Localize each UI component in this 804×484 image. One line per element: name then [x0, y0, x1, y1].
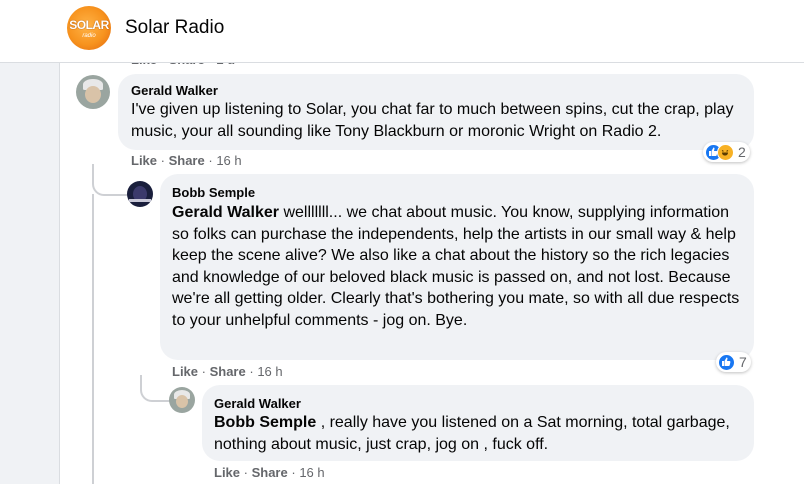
page-title[interactable]: Solar Radio — [125, 17, 224, 39]
avatar[interactable] — [169, 387, 195, 413]
share-link[interactable]: Share — [169, 153, 205, 168]
reaction-count: 7 — [739, 354, 747, 370]
separator: · — [243, 465, 252, 480]
solar-radio-logo[interactable]: SOLAR radio — [67, 6, 111, 50]
like-icon — [718, 353, 735, 371]
avatar-caption — [129, 199, 151, 202]
mention-link[interactable]: Gerald Walker — [172, 204, 279, 221]
thread-line — [140, 375, 170, 402]
comment-author[interactable]: Gerald Walker — [214, 396, 301, 411]
like-link[interactable]: Like — [131, 153, 157, 168]
comment-timestamp[interactable]: 16 h — [257, 364, 282, 379]
thread-line — [92, 194, 94, 484]
comment-text: welllllll... we chat about music. You kn… — [172, 204, 740, 329]
comment-author[interactable]: Bobb Semple — [172, 185, 255, 200]
share-link[interactable]: Share — [252, 465, 288, 480]
comment-actions: Like · Share · 16 h — [131, 153, 242, 168]
avatar-face — [85, 86, 101, 103]
reaction-count: 2 — [738, 144, 746, 160]
like-link[interactable]: Like — [214, 465, 240, 480]
reaction-summary[interactable]: 7 — [716, 352, 751, 372]
comment-body: Gerald Walker welllllll... we chat about… — [172, 202, 744, 331]
page-header: SOLAR radio Solar Radio — [0, 0, 804, 63]
logo-subtext: radio — [82, 33, 96, 39]
comment-body: Bobb Semple , really have you listened o… — [214, 412, 744, 455]
thread-line — [92, 164, 128, 196]
like-link[interactable]: Like — [172, 364, 198, 379]
avatar[interactable] — [76, 75, 110, 109]
comment-timestamp[interactable]: 16 h — [216, 153, 241, 168]
comment-timestamp[interactable]: 16 h — [299, 465, 324, 480]
separator: · — [160, 153, 169, 168]
separator: · — [201, 364, 210, 379]
avatar[interactable] — [127, 181, 153, 207]
comment-author[interactable]: Gerald Walker — [131, 83, 218, 98]
share-link[interactable]: Share — [210, 364, 246, 379]
logo-text: SOLAR — [69, 18, 109, 32]
comment-actions: Like · Share · 16 h — [214, 465, 325, 480]
haha-icon — [717, 143, 734, 161]
comment-text: I've given up listening to Solar, you ch… — [131, 101, 734, 140]
comment-actions: Like · Share · 16 h — [172, 364, 283, 379]
mention-link[interactable]: Bobb Semple — [214, 414, 316, 431]
avatar-face — [176, 395, 188, 408]
reaction-summary[interactable]: 2 — [703, 142, 750, 162]
